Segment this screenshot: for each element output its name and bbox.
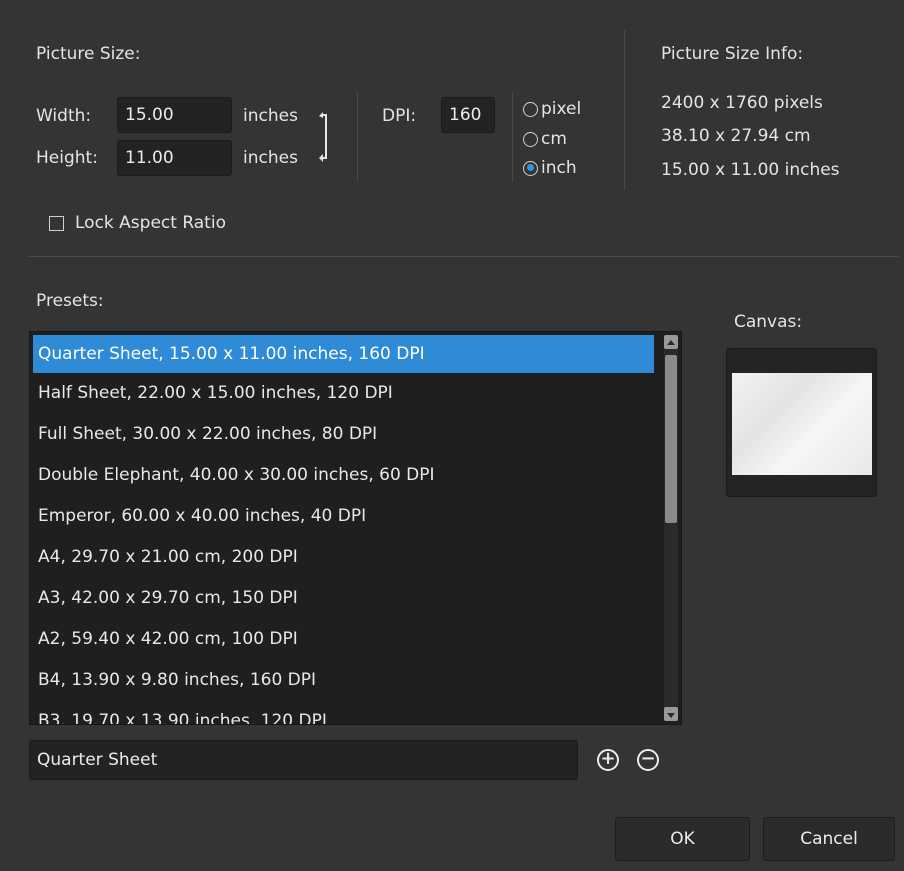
add-preset-button[interactable]: +: [597, 749, 619, 771]
list-item[interactable]: Emperor, 60.00 x 40.00 inches, 40 DPI: [30, 496, 654, 537]
minus-icon: −: [640, 748, 656, 769]
separator-vertical: [512, 92, 513, 182]
list-item[interactable]: Quarter Sheet, 15.00 x 11.00 inches, 160…: [33, 335, 654, 373]
unit-radio-cm[interactable]: cm: [523, 129, 567, 149]
canvas-preview-frame: [726, 348, 877, 497]
list-item[interactable]: A4, 29.70 x 21.00 cm, 200 DPI: [30, 537, 654, 578]
unit-cm-label: cm: [541, 129, 567, 149]
unit-radio-pixel[interactable]: pixel: [523, 99, 581, 119]
presets-list[interactable]: Quarter Sheet, 15.00 x 11.00 inches, 160…: [29, 331, 682, 725]
cancel-button[interactable]: Cancel: [763, 817, 895, 861]
width-unit-label: inches: [243, 106, 298, 126]
link-bracket-icon[interactable]: [313, 110, 333, 166]
info-inches: 15.00 x 11.00 inches: [661, 160, 840, 180]
dpi-field[interactable]: 160: [441, 97, 495, 133]
arrow-up-icon: [667, 340, 675, 345]
list-item[interactable]: Double Elephant, 40.00 x 30.00 inches, 6…: [30, 455, 654, 496]
scroll-thumb[interactable]: [665, 355, 677, 523]
height-label: Height:: [36, 148, 98, 168]
checkbox-icon: [49, 215, 64, 231]
width-field[interactable]: 15.00: [117, 97, 232, 133]
canvas-title: Canvas:: [734, 312, 803, 332]
separator-vertical: [624, 30, 625, 190]
list-item[interactable]: B3, 19.70 x 13.90 inches, 120 DPI: [30, 701, 654, 724]
radio-icon: [523, 131, 538, 147]
lock-aspect-label: Lock Aspect Ratio: [75, 213, 226, 233]
list-item[interactable]: Full Sheet, 30.00 x 22.00 inches, 80 DPI: [30, 414, 654, 455]
arrow-down-icon: [667, 713, 675, 718]
radio-selected-icon: [523, 160, 538, 176]
list-item[interactable]: B4, 13.90 x 9.80 inches, 160 DPI: [30, 660, 654, 701]
dpi-label: DPI:: [382, 106, 417, 126]
picture-size-title: Picture Size:: [36, 44, 141, 64]
presets-title: Presets:: [36, 291, 104, 311]
list-item[interactable]: A2, 59.40 x 42.00 cm, 100 DPI: [30, 619, 654, 660]
list-item[interactable]: A3, 42.00 x 29.70 cm, 150 DPI: [30, 578, 654, 619]
ok-button[interactable]: OK: [615, 817, 750, 861]
info-title: Picture Size Info:: [661, 44, 804, 64]
plus-icon: +: [600, 748, 616, 769]
radio-icon: [523, 101, 538, 117]
info-pixels: 2400 x 1760 pixels: [661, 93, 823, 113]
lock-aspect-checkbox[interactable]: Lock Aspect Ratio: [49, 213, 226, 233]
scroll-up-button[interactable]: [664, 335, 678, 349]
separator-vertical: [357, 92, 358, 182]
list-item[interactable]: Half Sheet, 22.00 x 15.00 inches, 120 DP…: [30, 373, 654, 414]
unit-inch-label: inch: [541, 158, 577, 178]
canvas-texture-preview[interactable]: [732, 373, 872, 475]
height-field[interactable]: 11.00: [117, 140, 232, 176]
scroll-down-button[interactable]: [664, 707, 678, 721]
unit-radio-inch[interactable]: inch: [523, 158, 577, 178]
info-cm: 38.10 x 27.94 cm: [661, 126, 811, 146]
scrollbar[interactable]: [664, 335, 678, 721]
unit-pixel-label: pixel: [541, 99, 582, 119]
separator-horizontal: [28, 256, 899, 257]
remove-preset-button[interactable]: −: [637, 749, 659, 771]
width-label: Width:: [36, 106, 92, 126]
preset-name-input[interactable]: Quarter Sheet: [29, 740, 578, 780]
height-unit-label: inches: [243, 148, 298, 168]
